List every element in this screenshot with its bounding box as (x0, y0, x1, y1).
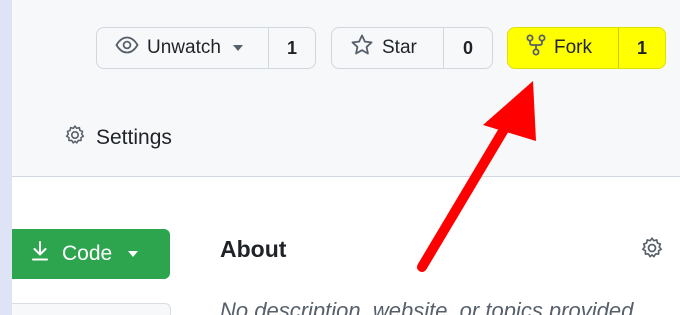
unwatch-main[interactable]: Unwatch (97, 28, 257, 68)
repo-page: Unwatch 1 Star 0 Fork 1 Settings Code Ab… (12, 0, 680, 315)
repo-header: Unwatch 1 Star 0 Fork 1 Settings (12, 0, 680, 177)
star-button[interactable]: Star 0 (331, 27, 493, 69)
eye-icon (115, 36, 139, 60)
star-label: Star (382, 37, 417, 58)
unwatch-button[interactable]: Unwatch 1 (96, 27, 316, 69)
about-description: No description, website, or topics provi… (220, 298, 640, 315)
fork-label: Fork (554, 37, 592, 58)
fork-main[interactable]: Fork (508, 28, 606, 68)
download-icon (30, 240, 50, 268)
code-label: Code (62, 242, 113, 265)
code-button[interactable]: Code (12, 229, 170, 279)
caret-down-icon (128, 251, 139, 257)
caret-down-icon (232, 45, 243, 51)
gear-icon[interactable] (640, 236, 664, 265)
fork-button[interactable]: Fork 1 (507, 27, 666, 69)
forks-count[interactable]: 1 (618, 28, 665, 68)
fork-icon (526, 34, 546, 62)
unwatch-label: Unwatch (147, 37, 221, 58)
star-main[interactable]: Star (332, 28, 431, 68)
star-icon (350, 34, 374, 62)
watchers-count[interactable]: 1 (268, 28, 315, 68)
about-title: About (220, 236, 287, 262)
settings-label: Settings (96, 126, 172, 149)
file-list-edge (12, 303, 171, 315)
gear-icon (64, 124, 86, 152)
tab-settings[interactable]: Settings (64, 124, 172, 152)
stars-count[interactable]: 0 (443, 28, 492, 68)
